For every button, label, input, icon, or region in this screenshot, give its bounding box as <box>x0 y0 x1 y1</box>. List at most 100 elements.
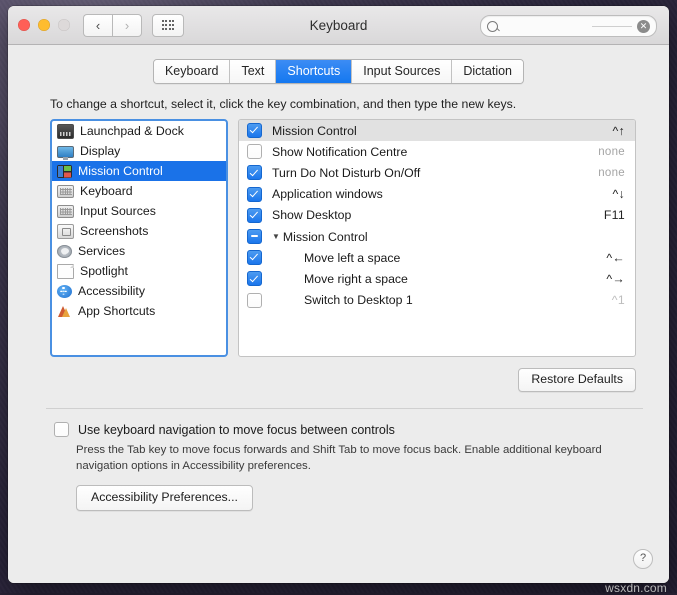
zoom-button <box>58 19 70 31</box>
sidebar-item-label: Launchpad & Dock <box>80 124 184 138</box>
shortcut-panels: Launchpad & Dock Display Mission Control… <box>50 119 636 357</box>
tab-input-sources[interactable]: Input Sources <box>352 60 452 83</box>
row-checkbox[interactable] <box>247 293 262 308</box>
row-checkbox[interactable] <box>247 123 262 138</box>
shortcut-label: Move left a space <box>272 251 606 265</box>
sidebar-item-screenshots[interactable]: Screenshots <box>52 221 226 241</box>
sidebar-item-app-shortcuts[interactable]: App Shortcuts <box>52 301 226 321</box>
restore-defaults-row: Restore Defaults <box>50 368 636 392</box>
table-row-group[interactable]: ▼ Mission Control <box>239 226 635 247</box>
row-checkbox[interactable] <box>247 271 262 286</box>
sidebar-item-label: Screenshots <box>80 224 148 238</box>
shortcut-key[interactable]: ^→ <box>606 272 625 286</box>
tab-keyboard[interactable]: Keyboard <box>154 60 231 83</box>
shortcut-category-list[interactable]: Launchpad & Dock Display Mission Control… <box>50 119 228 357</box>
clear-search-icon[interactable]: ✕ <box>637 20 650 33</box>
keyboard-navigation-label: Use keyboard navigation to move focus be… <box>78 423 395 437</box>
shortcut-key[interactable]: ^↑ <box>612 124 625 138</box>
shortcut-key[interactable]: none <box>598 146 625 158</box>
tab-bar: Keyboard Text Shortcuts Input Sources Di… <box>8 45 669 84</box>
accessibility-preferences-row: Accessibility Preferences... <box>76 485 669 511</box>
forward-button[interactable]: › <box>112 14 142 37</box>
search-icon <box>487 21 498 32</box>
sidebar-item-label: Spotlight <box>80 264 128 278</box>
mission-control-icon <box>57 165 72 178</box>
row-checkbox[interactable] <box>247 250 262 265</box>
grid-icon <box>162 20 175 29</box>
tabs: Keyboard Text Shortcuts Input Sources Di… <box>153 59 524 84</box>
keyboard-preferences-window: ‹ › Keyboard ✕ Keyboard Text Shortcuts I… <box>8 6 669 583</box>
search-input[interactable] <box>503 20 592 32</box>
table-row[interactable]: Show Notification Centre none <box>239 141 635 162</box>
shortcut-key[interactable]: ^← <box>606 251 625 265</box>
screenshots-icon <box>57 224 74 239</box>
shortcut-key[interactable]: ^1 <box>612 293 625 307</box>
row-checkbox[interactable] <box>247 187 262 202</box>
chevron-down-icon[interactable]: ▼ <box>272 233 280 241</box>
sidebar-item-label: Mission Control <box>78 164 163 178</box>
sidebar-item-label: Accessibility <box>78 284 145 298</box>
restore-defaults-button[interactable]: Restore Defaults <box>518 368 636 392</box>
shortcut-key[interactable]: ^↓ <box>612 187 625 201</box>
table-row[interactable]: Show Desktop F11 <box>239 205 635 226</box>
minimize-button[interactable] <box>38 19 50 31</box>
launchpad-dock-icon <box>57 124 74 139</box>
keyboard-navigation-checkbox[interactable] <box>54 422 69 437</box>
sidebar-item-accessibility[interactable]: Accessibility <box>52 281 226 301</box>
row-checkbox[interactable] <box>247 144 262 159</box>
show-all-preferences-button[interactable] <box>152 14 184 37</box>
keyboard-icon <box>57 185 74 198</box>
keyboard-navigation-help-text: Press the Tab key to move focus forwards… <box>76 443 634 474</box>
tab-shortcuts[interactable]: Shortcuts <box>276 60 352 83</box>
shortcut-key[interactable]: F11 <box>604 208 625 222</box>
sidebar-item-label: App Shortcuts <box>78 304 155 318</box>
accessibility-preferences-button[interactable]: Accessibility Preferences... <box>76 485 253 511</box>
spotlight-document-icon <box>57 264 74 279</box>
section-divider <box>46 408 643 409</box>
row-checkbox[interactable] <box>247 229 262 244</box>
shortcut-label: Show Notification Centre <box>272 145 598 159</box>
help-button[interactable]: ? <box>633 549 653 569</box>
shortcut-label: Switch to Desktop 1 <box>272 293 612 307</box>
sidebar-item-input-sources[interactable]: Input Sources <box>52 201 226 221</box>
search-divider <box>592 26 632 27</box>
table-row[interactable]: Turn Do Not Disturb On/Off none <box>239 162 635 183</box>
search-field[interactable]: ✕ <box>480 15 657 37</box>
shortcut-label: Show Desktop <box>272 208 604 222</box>
sidebar-item-label: Services <box>78 244 125 258</box>
app-shortcuts-icon <box>57 305 72 318</box>
row-checkbox[interactable] <box>247 208 262 223</box>
input-sources-icon <box>57 205 74 218</box>
accessibility-icon <box>57 285 72 298</box>
sidebar-item-services[interactable]: Services <box>52 241 226 261</box>
close-button[interactable] <box>18 19 30 31</box>
shortcut-label: Application windows <box>272 187 612 201</box>
table-row[interactable]: Mission Control ^↑ <box>239 120 635 141</box>
table-row[interactable]: Move right a space ^→ <box>239 268 635 289</box>
preferences-content: Keyboard Text Shortcuts Input Sources Di… <box>8 45 669 583</box>
shortcut-label: Turn Do Not Disturb On/Off <box>272 166 598 180</box>
tab-dictation[interactable]: Dictation <box>452 60 523 83</box>
shortcut-label: Move right a space <box>272 272 606 286</box>
table-row[interactable]: Move left a space ^← <box>239 247 635 268</box>
services-gear-icon <box>57 245 72 258</box>
shortcut-list[interactable]: Mission Control ^↑ Show Notification Cen… <box>238 119 636 357</box>
sidebar-item-label: Display <box>80 144 120 158</box>
sidebar-item-keyboard[interactable]: Keyboard <box>52 181 226 201</box>
sidebar-item-launchpad-dock[interactable]: Launchpad & Dock <box>52 121 226 141</box>
back-button[interactable]: ‹ <box>83 14 112 37</box>
window-traffic-lights <box>18 19 70 31</box>
table-row[interactable]: Switch to Desktop 1 ^1 <box>239 290 635 311</box>
sidebar-item-spotlight[interactable]: Spotlight <box>52 261 226 281</box>
window-titlebar: ‹ › Keyboard ✕ <box>8 6 669 45</box>
nav-buttons: ‹ › <box>83 14 142 37</box>
keyboard-navigation-option[interactable]: Use keyboard navigation to move focus be… <box>54 422 669 437</box>
table-row[interactable]: Application windows ^↓ <box>239 184 635 205</box>
sidebar-item-mission-control[interactable]: Mission Control <box>52 161 226 181</box>
shortcut-label: Mission Control <box>272 124 612 138</box>
tab-text[interactable]: Text <box>230 60 276 83</box>
sidebar-item-display[interactable]: Display <box>52 141 226 161</box>
row-checkbox[interactable] <box>247 165 262 180</box>
sidebar-item-label: Input Sources <box>80 204 156 218</box>
shortcut-key[interactable]: none <box>598 167 625 179</box>
